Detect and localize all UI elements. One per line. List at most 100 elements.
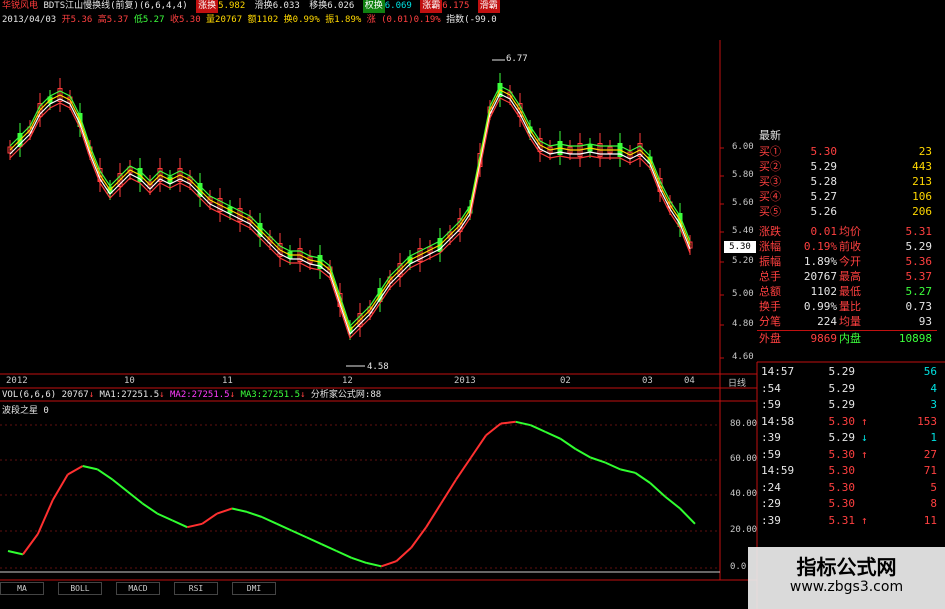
bar-volume: 量20767 (206, 15, 243, 25)
header-row-1: 华锐风电 BDTS江山慢换线(前复)(6,6,4,4) 涨换 5.982 滑换6.… (2, 0, 500, 13)
tick-row[interactable]: :29 5.30 8 (757, 496, 942, 512)
oscillator-segment (276, 522, 293, 532)
hl3-value: 6.026 (327, 1, 355, 11)
bid-row[interactable]: 买⑤ 5.26 206 (757, 204, 937, 219)
tick-row[interactable]: :59 5.29 3 (757, 397, 942, 413)
time-axis: 2012 10 11 12 2013 02 03 04 (0, 376, 757, 388)
tab-macd[interactable]: MACD (116, 582, 160, 595)
stat-label-2: 最高 (839, 270, 861, 283)
tab-boll[interactable]: BOLL (58, 582, 102, 595)
outer-inner-row: 外盘 9869 内盘 10898 (757, 330, 937, 346)
oscillator-segment (156, 512, 173, 522)
tick-time: :54 (761, 381, 781, 395)
vol-value: 20767 (61, 390, 89, 400)
tab-ma[interactable]: MA (0, 582, 44, 595)
bid-label: 买② (759, 160, 781, 173)
stock-name[interactable]: 华锐风电 (2, 1, 38, 11)
tick-volume: 8 (930, 497, 937, 510)
oscillator-segment (440, 479, 457, 504)
oscillator-segment (306, 536, 323, 546)
stat-label-2: 最低 (839, 285, 861, 298)
price-axis-label: 5.80 (732, 170, 754, 180)
tick-time: :59 (761, 398, 781, 411)
stat-value-2: 0.73 (905, 300, 933, 313)
bar-low: 低5.27 (133, 15, 165, 25)
stat-value-2: 5.27 (905, 285, 933, 298)
bid-row[interactable]: 买③ 5.28 213 (757, 174, 937, 189)
hl4-value: 6.069 (384, 1, 412, 11)
bid-row[interactable]: 买② 5.29 443 (757, 159, 937, 174)
tick-arrow: ↓ (861, 431, 868, 444)
oscillator-axis-label: 40.00 (730, 489, 758, 499)
outer-value: 9869 (810, 332, 838, 345)
inner-value: 10898 (898, 332, 932, 345)
oscillator-segment (67, 465, 84, 476)
oscillator-segment (7, 550, 24, 556)
tab-rsi[interactable]: RSI (174, 582, 218, 595)
tick-row[interactable]: :24 5.30 5 (757, 480, 942, 496)
oscillator-segment (500, 420, 516, 425)
tick-row[interactable]: 14:59 5.30 71 (757, 463, 942, 479)
bid-volume: 443 (912, 160, 932, 173)
hl1-label: 涨换 (196, 0, 219, 13)
stat-value: 20767 (803, 270, 837, 283)
price-axis: 6.00 5.80 5.60 5.40 5.20 5.00 4.80 4.60 (722, 140, 757, 370)
oscillator-segment (82, 465, 98, 471)
bar-date: 2013/04/03 (2, 15, 57, 25)
oscillator-segment (664, 495, 681, 510)
tick-row[interactable]: :39 5.29 ↓ 1 (757, 430, 942, 446)
low-annotation: 4.58 (367, 362, 389, 372)
stat-value: 1102 (810, 285, 838, 298)
stat-label: 涨幅 (759, 240, 781, 253)
stat-label-2: 前收 (839, 240, 861, 253)
vol-ma1: MA1:27251.5 (99, 390, 160, 400)
oscillator-segment (530, 424, 547, 433)
bar-index: 指数(-99.0 (446, 15, 497, 25)
oscillator-segment (634, 471, 651, 484)
bar-open: 开5.36 (61, 15, 93, 25)
time-axis-label: 12 (342, 376, 353, 386)
oscillator-segment (381, 560, 397, 568)
hl3-label: 移换 (309, 1, 328, 11)
bar-amount: 额1102 (247, 15, 279, 25)
bid-row[interactable]: 买① 5.30 23 (757, 144, 937, 159)
chart-header: 华锐风电 BDTS江山慢换线(前复)(6,6,4,4) 涨换 5.982 滑换6.… (0, 0, 535, 40)
tick-arrow: ↑ (861, 513, 868, 527)
stat-row: 振幅 1.89% 今开 5.36 (757, 254, 937, 269)
tick-row[interactable]: 14:57 5.29 56 (757, 364, 942, 380)
time-axis-label: 10 (124, 376, 135, 386)
tick-price: 5.30 (828, 497, 856, 510)
tick-price: 5.30 (828, 414, 856, 428)
oscillator-segment (649, 482, 666, 498)
price-axis-label: 5.20 (732, 256, 754, 266)
tick-row[interactable]: 14:58 5.30 ↑ 153 (757, 414, 942, 430)
tick-arrow: ↑ (861, 414, 868, 428)
price-axis-label: 5.60 (732, 198, 754, 208)
tick-price: 5.29 (828, 381, 856, 395)
stat-value: 0.01 (810, 225, 838, 238)
oscillator-segment (575, 448, 591, 459)
tick-row[interactable]: :54 5.29 4 (757, 381, 942, 397)
tick-time: :39 (761, 431, 781, 444)
stat-value-2: 5.31 (905, 225, 933, 238)
bid-row[interactable]: 买④ 5.27 106 (757, 189, 937, 204)
bar-amplitude: 振1.89% (325, 15, 362, 25)
stat-value: 224 (817, 315, 837, 328)
oscillator-axis-label: 60.00 (730, 454, 758, 464)
tick-price: 5.31 (828, 513, 856, 527)
tick-row[interactable]: :59 5.30 ↑ 27 (757, 447, 942, 463)
oscillator-segment (97, 468, 114, 481)
tick-row[interactable]: :39 5.31 ↑ 11 (757, 513, 942, 529)
indicator-name: BDTS江山慢换线(前复)(6,6,4,4) (43, 1, 188, 11)
hl1-value: 5.982 (218, 1, 246, 11)
oscillator-segment (366, 561, 382, 568)
period-label[interactable]: 日线 (728, 376, 746, 389)
tab-dmi[interactable]: DMI (232, 582, 276, 595)
latest-label: 最新 (759, 129, 781, 142)
stat-label-2: 量比 (839, 300, 861, 313)
stat-label: 涨跌 (759, 225, 781, 238)
oscillator-segment (395, 546, 412, 562)
high-annotation: 6.77 (506, 54, 528, 64)
oscillator-segment (261, 516, 278, 525)
hl5-label: 涨霸 (420, 0, 443, 13)
